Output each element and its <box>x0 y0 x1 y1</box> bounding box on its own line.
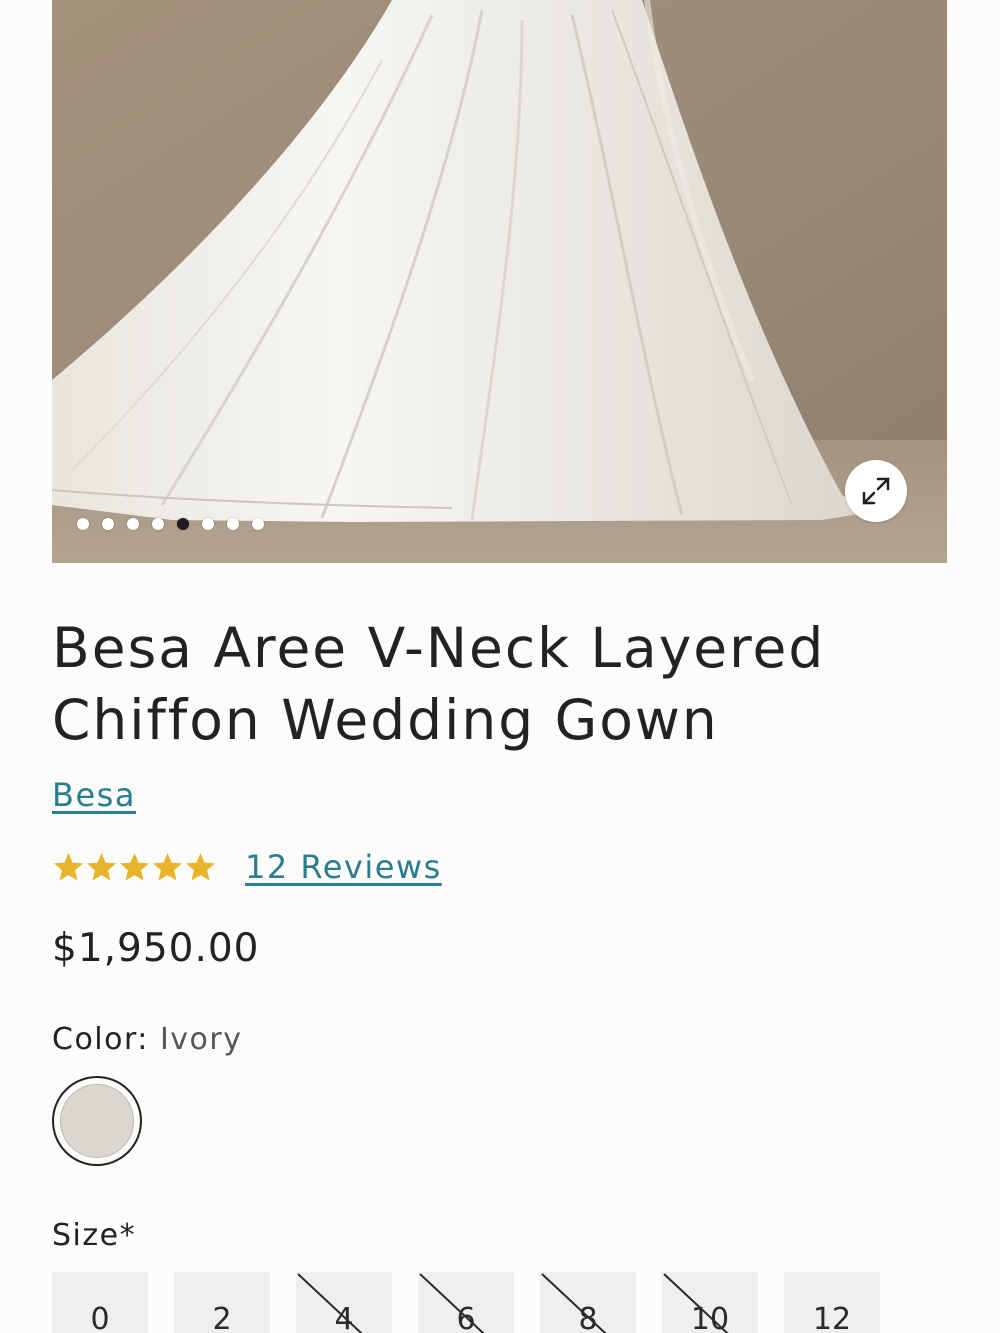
product-page: Besa Aree V-Neck Layered Chiffon Wedding… <box>0 0 1000 1333</box>
product-price: $1,950.00 <box>52 926 260 971</box>
color-value: Ivory <box>159 1022 243 1057</box>
star-rating <box>52 851 217 884</box>
size-option-0[interactable]: 0 <box>52 1272 148 1333</box>
star-icon <box>186 852 215 880</box>
product-image-gallery[interactable] <box>52 0 947 563</box>
size-option-6[interactable]: 6 <box>418 1272 514 1333</box>
gallery-pagination <box>77 518 264 530</box>
expand-image-button[interactable] <box>845 460 907 522</box>
rating-row: 12 Reviews <box>52 848 442 886</box>
size-option-4[interactable]: 4 <box>296 1272 392 1333</box>
unavailable-strike-icon <box>663 1273 729 1333</box>
star-icon <box>54 852 83 880</box>
gallery-dot[interactable] <box>152 518 164 530</box>
star-icon <box>87 852 116 880</box>
unavailable-strike-icon <box>297 1273 363 1333</box>
size-option-8[interactable]: 8 <box>540 1272 636 1333</box>
size-label: Size* <box>52 1218 137 1253</box>
color-swatch-ivory[interactable] <box>52 1076 142 1166</box>
color-label: Color: <box>52 1022 149 1057</box>
gallery-dot[interactable] <box>252 518 264 530</box>
expand-icon <box>862 477 890 505</box>
gallery-dot[interactable] <box>127 518 139 530</box>
gallery-dot[interactable] <box>102 518 114 530</box>
reviews-link[interactable]: 12 Reviews <box>245 848 442 886</box>
brand-link[interactable]: Besa <box>52 776 136 814</box>
gallery-dot[interactable] <box>202 518 214 530</box>
star-icon <box>120 852 149 880</box>
size-options: 0 2 468 10 12 <box>52 1272 880 1333</box>
size-option-label: 0 <box>90 1302 110 1333</box>
size-option-12[interactable]: 12 <box>784 1272 880 1333</box>
unavailable-strike-icon <box>419 1273 485 1333</box>
product-title: Besa Aree V-Neck Layered Chiffon Wedding… <box>52 616 826 752</box>
size-option-10[interactable]: 10 <box>662 1272 758 1333</box>
color-selector-label: Color: Ivory <box>52 1022 243 1057</box>
unavailable-strike-icon <box>541 1273 607 1333</box>
size-option-label: 2 <box>212 1302 232 1333</box>
gown-photo <box>52 0 947 563</box>
size-option-label: 12 <box>812 1302 852 1333</box>
size-option-2[interactable]: 2 <box>174 1272 270 1333</box>
gallery-dot[interactable] <box>77 518 89 530</box>
star-icon <box>153 852 182 880</box>
gallery-dot[interactable] <box>227 518 239 530</box>
gallery-dot[interactable] <box>177 518 189 530</box>
color-swatch-fill <box>60 1084 134 1158</box>
